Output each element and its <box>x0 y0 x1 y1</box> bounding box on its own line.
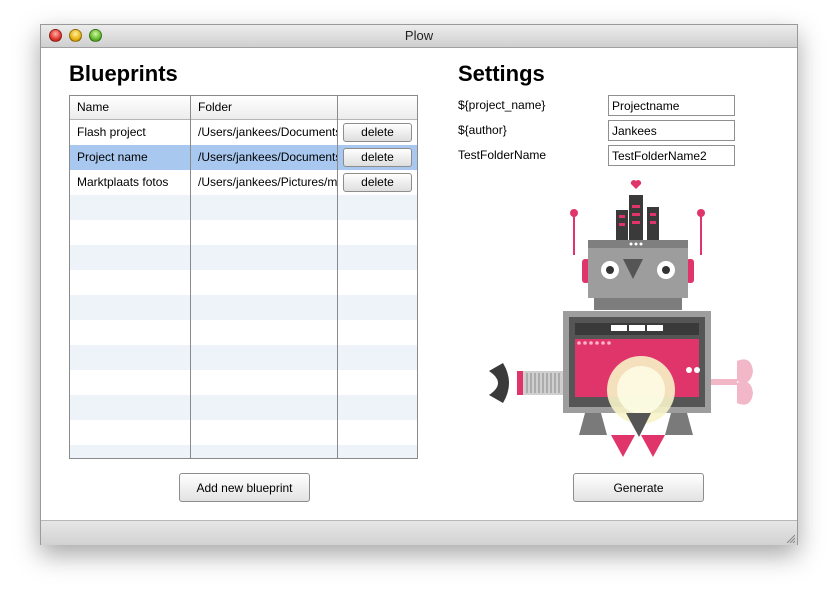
empty-table-row <box>70 445 417 458</box>
empty-table-row <box>70 220 417 245</box>
delete-blueprint-button[interactable]: delete <box>343 148 412 167</box>
project-name-input[interactable] <box>608 95 735 116</box>
delete-blueprint-button[interactable]: delete <box>343 173 412 192</box>
table-header: Name Folder <box>70 96 417 120</box>
add-new-blueprint-button[interactable]: Add new blueprint <box>179 473 310 502</box>
empty-table-row <box>70 370 417 395</box>
blueprint-name-cell: Marktplaats fotos <box>77 175 169 189</box>
resize-grip-icon[interactable] <box>785 533 795 543</box>
column-divider <box>337 96 338 458</box>
settings-heading: Settings <box>458 61 545 86</box>
blueprints-table: Flash project/Users/jankees/Documents/Fl… <box>69 95 418 459</box>
column-divider <box>190 96 191 458</box>
table-row[interactable]: Project name/Users/jankees/Documents/Pro… <box>70 145 417 170</box>
delete-blueprint-button[interactable]: delete <box>343 123 412 142</box>
table-row[interactable]: Marktplaats fotos/Users/jankees/Pictures… <box>70 170 417 195</box>
field-label-project-name: ${project_name} <box>458 98 546 112</box>
test-folder-name-input[interactable] <box>608 145 735 166</box>
table-row[interactable]: Flash project/Users/jankees/Documents/Fl… <box>70 120 417 145</box>
author-input[interactable] <box>608 120 735 141</box>
blueprint-name-cell: Project name <box>77 150 148 164</box>
status-bar <box>41 520 797 545</box>
window-title: Plow <box>404 28 434 43</box>
title-bar: Plow <box>41 25 797 48</box>
empty-table-row <box>70 295 417 320</box>
empty-table-row <box>70 320 417 345</box>
app-window: Plow Blueprints Flash project/Users/jank… <box>40 24 798 545</box>
blueprint-name-cell: Flash project <box>77 125 146 139</box>
generate-button[interactable]: Generate <box>573 473 704 502</box>
blueprint-folder-cell: /Users/jankees/Documents/Project name <box>198 150 337 164</box>
field-label-test-folder-name: TestFolderName <box>458 148 547 162</box>
column-header-name[interactable]: Name <box>70 96 191 119</box>
blueprint-folder-cell: /Users/jankees/Documents/Flash project <box>198 125 337 139</box>
empty-table-row <box>70 270 417 295</box>
column-header-actions <box>338 96 417 119</box>
empty-table-row <box>70 195 417 220</box>
blueprints-heading: Blueprints <box>69 61 178 86</box>
empty-table-row <box>70 345 417 370</box>
robot-mascot-illustration <box>489 180 753 457</box>
empty-table-row <box>70 245 417 270</box>
empty-table-row <box>70 420 417 445</box>
blueprint-folder-cell: /Users/jankees/Pictures/marktplaats <box>198 175 337 189</box>
column-header-folder[interactable]: Folder <box>191 96 338 119</box>
field-label-author: ${author} <box>458 123 507 137</box>
empty-table-row <box>70 395 417 420</box>
